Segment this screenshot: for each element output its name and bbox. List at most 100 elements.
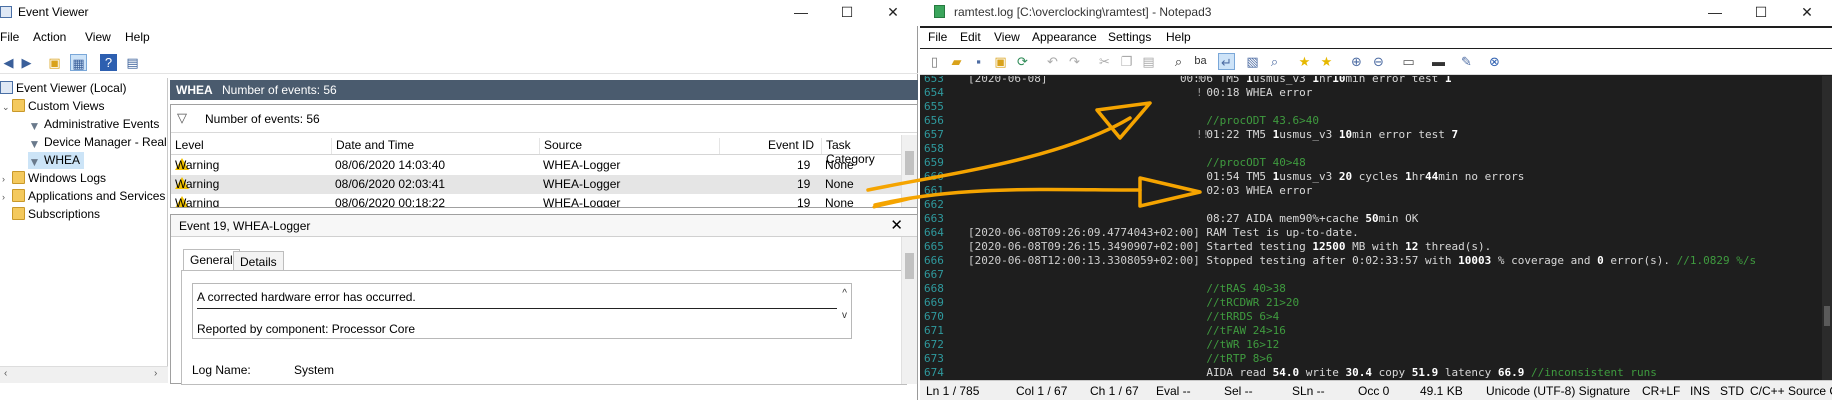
close-button[interactable]: ✕ <box>870 0 916 26</box>
editor-line[interactable]: 661 02:03 WHEA error <box>920 184 1832 198</box>
table-row[interactable]: Warning 08/06/2020 00:18:22 WHEA-Logger … <box>171 194 901 207</box>
detail-vertical-scrollbar[interactable] <box>901 237 917 384</box>
tree-item-applications-services[interactable]: › Applications and Services <box>2 188 165 205</box>
close-icon[interactable]: ✕ <box>890 216 903 234</box>
editor-line[interactable]: 655 <box>920 100 1832 114</box>
scrollbar-thumb[interactable] <box>1824 306 1830 326</box>
favorites-star-icon[interactable]: ★ <box>1296 53 1313 70</box>
editor-line[interactable]: 666 [2020-06-08T12:00:13.3308059+02:00] S… <box>920 254 1832 268</box>
close-button[interactable]: ✕ <box>1784 0 1830 26</box>
properties-icon[interactable]: ▤ <box>124 54 141 71</box>
folder-up-icon[interactable]: ▣ <box>46 54 63 71</box>
find-icon[interactable]: ⌕ <box>1170 53 1187 70</box>
zoom-out-icon[interactable]: ⊖ <box>1370 53 1387 70</box>
forward-arrow-icon[interactable]: ▶ <box>18 54 35 71</box>
scroll-left-icon[interactable]: ‹ <box>4 368 7 379</box>
editor-vertical-scrollbar[interactable] <box>1822 76 1832 380</box>
editor-line[interactable]: 668 //tRAS 40>38 <box>920 282 1832 296</box>
status-insert-mode[interactable]: INS <box>1690 384 1710 398</box>
menu-view[interactable]: View <box>994 30 1020 44</box>
menu-file[interactable]: File <box>928 30 947 44</box>
undo-icon[interactable]: ↶ <box>1044 53 1061 70</box>
scroll-down-icon[interactable]: v <box>842 310 847 321</box>
editor-line[interactable]: 662 <box>920 198 1832 212</box>
tab-details[interactable]: Details <box>233 251 284 271</box>
menu-help[interactable]: Help <box>125 30 150 44</box>
save-icon[interactable]: ▪ <box>970 53 987 70</box>
replace-icon[interactable]: ba <box>1192 53 1209 70</box>
editor-line[interactable]: 665 [2020-06-08T09:26:15.3490907+02:00] S… <box>920 240 1832 254</box>
new-file-icon[interactable]: ▯ <box>926 53 943 70</box>
reload-icon[interactable]: ⟳ <box>1014 53 1031 70</box>
scheme-icon[interactable]: ▭ <box>1400 53 1417 70</box>
event-description-textbox[interactable]: A corrected hardware error has occurred.… <box>192 283 852 339</box>
tree-item-administrative-events[interactable]: ▼ Administrative Events <box>28 116 160 133</box>
paste-icon[interactable]: ▤ <box>1140 53 1157 70</box>
editor-line[interactable]: 663 08:27 AIDA mem90%+cache 50min OK <box>920 212 1832 226</box>
tree-horizontal-scrollbar[interactable]: ‹ › <box>0 366 168 383</box>
editor-line[interactable]: 658 <box>920 142 1832 156</box>
status-line-endings[interactable]: CR+LF <box>1642 384 1680 398</box>
back-arrow-icon[interactable]: ◀ <box>0 54 17 71</box>
menu-file[interactable]: File <box>0 30 19 44</box>
editor-line[interactable]: 657!! 01:22 TM5 1usmus_v3 10min error te… <box>920 128 1832 142</box>
search-icon[interactable]: ⌕ <box>1266 53 1283 70</box>
settings-icon[interactable]: ▬ <box>1430 53 1447 70</box>
zoom-view-icon[interactable]: ▧ <box>1244 53 1261 70</box>
scrollbar-thumb[interactable] <box>905 253 914 279</box>
word-wrap-icon[interactable]: ↵ <box>1218 53 1235 70</box>
exit-icon[interactable]: ⊗ <box>1486 53 1503 70</box>
menu-action[interactable]: Action <box>33 30 66 44</box>
editor-line[interactable]: 653! [2020-06-08] 00:06 TM5 1usmus_v3 1hr… <box>920 76 1832 86</box>
add-favorite-star-icon[interactable]: ★ <box>1318 53 1335 70</box>
chevron-right-icon[interactable]: › <box>2 189 12 206</box>
editor-line[interactable]: 660 01:54 TM5 1usmus_v3 20 cycles 1hr44m… <box>920 170 1832 184</box>
status-encoding[interactable]: Unicode (UTF-8) Signature <box>1486 384 1630 398</box>
editor-line[interactable]: 670 //tRRDS 6>4 <box>920 310 1832 324</box>
tree-item-event-viewer-local[interactable]: Event Viewer (Local) <box>0 80 127 97</box>
menu-help[interactable]: Help <box>1166 30 1191 44</box>
minimize-button[interactable]: — <box>1692 0 1738 26</box>
scroll-right-icon[interactable]: › <box>154 368 157 379</box>
editor-line[interactable]: 664 [2020-06-08T09:26:09.4774043+02:00] R… <box>920 226 1832 240</box>
column-header-task-category[interactable]: Task Category <box>821 138 901 166</box>
editor-line[interactable]: 673 //tRTP 8>6 <box>920 352 1832 366</box>
maximize-button[interactable]: ☐ <box>824 0 870 26</box>
scrollbar-thumb[interactable] <box>905 151 914 175</box>
events-vertical-scrollbar[interactable] <box>901 135 917 207</box>
column-header-event-id[interactable]: Event ID <box>719 138 829 154</box>
zoom-in-icon[interactable]: ⊕ <box>1348 53 1365 70</box>
redo-icon[interactable]: ↷ <box>1066 53 1083 70</box>
column-header-date-time[interactable]: Date and Time <box>331 138 414 154</box>
editor-line[interactable]: 667 <box>920 268 1832 282</box>
help-icon[interactable]: ? <box>100 54 117 71</box>
editor-line[interactable]: 659 //procODT 40>48 <box>920 156 1832 170</box>
editor-line[interactable]: 674 AIDA read 54.0 write 30.4 copy 51.9 … <box>920 366 1832 380</box>
editor-line[interactable]: 672 //tWR 16>12 <box>920 338 1832 352</box>
menu-settings[interactable]: Settings <box>1108 30 1151 44</box>
tree-item-subscriptions[interactable]: Subscriptions <box>12 206 100 223</box>
menu-edit[interactable]: Edit <box>960 30 981 44</box>
table-row[interactable]: Warning 08/06/2020 14:03:40 WHEA-Logger … <box>171 156 901 175</box>
copy-icon[interactable]: ❐ <box>1118 53 1135 70</box>
menu-view[interactable]: View <box>85 30 111 44</box>
pin-icon[interactable]: ✎ <box>1458 53 1475 70</box>
open-folder-icon[interactable]: ▰ <box>948 53 965 70</box>
status-std[interactable]: STD <box>1720 384 1744 398</box>
tree-item-device-manager[interactable]: ▼ Device Manager - Real <box>28 134 167 151</box>
minimize-button[interactable]: — <box>778 0 824 26</box>
maximize-button[interactable]: ☐ <box>1738 0 1784 26</box>
editor-line[interactable]: 669 //tRCDWR 21>20 <box>920 296 1832 310</box>
editor-line[interactable]: 654! 00:18 WHEA error <box>920 86 1832 100</box>
editor-line[interactable]: 656 //procODT 43.6>40 <box>920 114 1832 128</box>
scroll-up-icon[interactable]: ^ <box>842 288 847 299</box>
cut-icon[interactable]: ✂ <box>1096 53 1113 70</box>
editor-line[interactable]: 671 //tFAW 24>16 <box>920 324 1832 338</box>
tab-general[interactable]: General <box>183 249 240 271</box>
show-hide-tree-icon[interactable]: ▦ <box>70 54 87 71</box>
browse-icon[interactable]: ▣ <box>992 53 1009 70</box>
tree-item-windows-logs[interactable]: › Windows Logs <box>2 170 106 187</box>
menu-appearance[interactable]: Appearance <box>1032 30 1097 44</box>
column-header-level[interactable]: Level <box>171 138 204 154</box>
table-row[interactable]: Warning 08/06/2020 02:03:41 WHEA-Logger … <box>171 175 901 194</box>
